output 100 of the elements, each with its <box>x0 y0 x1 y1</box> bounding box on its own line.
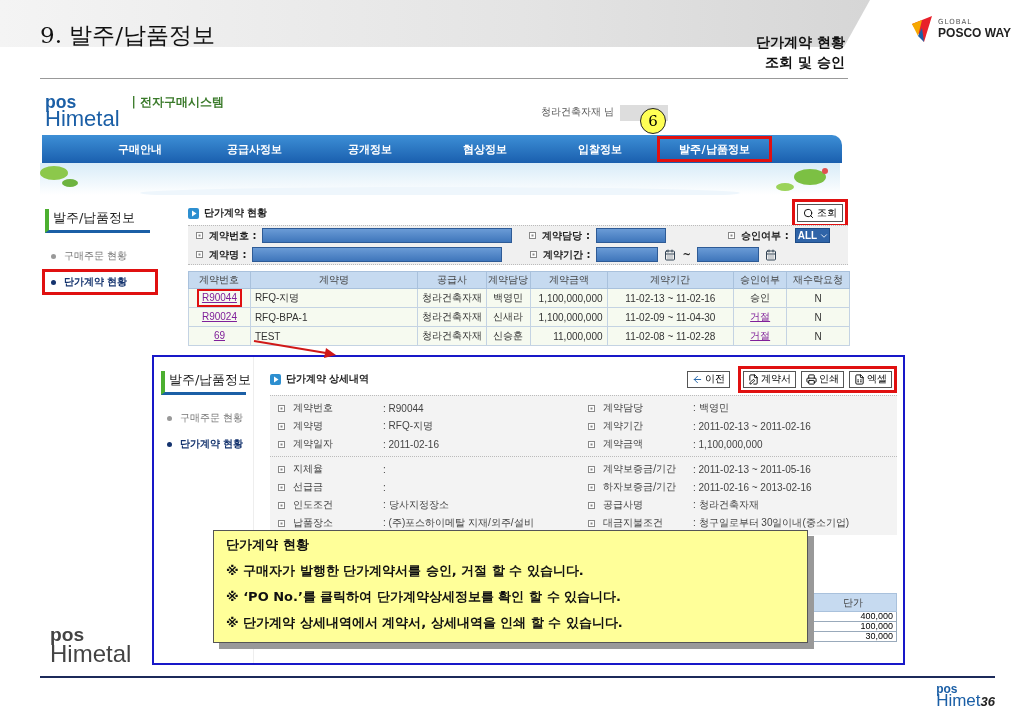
bullet-icon <box>196 232 203 239</box>
detail-label: 인도조건 <box>293 498 334 512</box>
back-button[interactable]: 이전 <box>687 370 730 388</box>
detail-value: : 2011-02-13 ~ 2011-02-16 <box>693 420 811 432</box>
detail-label: 계약번호 <box>293 401 334 415</box>
filter-label: 계약기간 : <box>543 247 591 262</box>
bullet-icon <box>588 465 595 473</box>
input-field[interactable] <box>595 228 666 243</box>
play-icon <box>270 373 281 385</box>
filter-label: 계약명 : <box>209 247 247 262</box>
detail-title: 단가계약 상세내역 <box>286 372 370 386</box>
play-icon <box>188 207 199 219</box>
filter-label: 계약번호 : <box>209 228 257 243</box>
document-button[interactable]: 인쇄 <box>801 370 844 388</box>
date-field[interactable] <box>596 247 659 262</box>
detail-label: 공급사명 <box>603 498 644 512</box>
detail-value: : 백영민 <box>693 401 729 415</box>
status-select[interactable]: ALL <box>794 228 831 243</box>
column-header: 공급사 <box>417 271 487 289</box>
panel-title: 단가계약 현황 <box>204 206 268 220</box>
detail-value: : RFQ-지명 <box>383 419 433 433</box>
calendar-icon[interactable] <box>764 248 777 261</box>
sidebar-item[interactable]: 구매주문 현황 <box>42 243 158 269</box>
detail-label: 계약보증금/기간 <box>603 462 678 476</box>
callout-text: ※ 구매자가 발행한 단가계약서를 승인, 거절 할 수 있습니다. <box>226 562 585 580</box>
detail-label: 대금지불조건 <box>603 516 664 530</box>
detail-label: 계약기간 <box>603 419 644 433</box>
nav-item[interactable]: 공급사정보 <box>197 136 312 162</box>
slide-subtitle: 조회 및 승인 <box>765 53 846 72</box>
detail-label: 계약일자 <box>293 437 334 451</box>
bullet-icon <box>278 519 285 527</box>
callout-text: ※ 단가계약 상세내역에서 계약서, 상세내역을 인쇄 할 수 있습니다. <box>226 614 624 632</box>
contract-number-link[interactable]: R90044 <box>196 289 242 307</box>
back-arrow-icon <box>692 373 703 385</box>
input-field[interactable] <box>262 228 513 243</box>
bullet-icon <box>278 465 285 473</box>
nav-item[interactable]: 협상정보 <box>427 136 542 162</box>
sidebar-item[interactable]: 단가계약 현황 <box>158 431 250 457</box>
filter-label: 승인여부 : <box>741 228 789 243</box>
sidebar-title: 발주/납품정보 <box>45 209 150 233</box>
portal-logo-bottom: Himetal <box>45 110 120 129</box>
nav-item[interactable]: 공개정보 <box>312 136 427 162</box>
column-header: 계약기간 <box>607 271 734 289</box>
bullet-icon <box>588 404 595 412</box>
callout-text: ※ ‘PO No.’를 클릭하여 단가계약상세정보를 확인 할 수 있습니다. <box>226 588 622 606</box>
bullet-icon <box>728 232 736 239</box>
detail-value: : 청라건축자재 <box>693 498 759 512</box>
nav-item[interactable]: 입찰정보 <box>542 136 657 162</box>
detail-value: : 2011-02-16 <box>383 438 439 450</box>
bullet-icon <box>278 440 285 448</box>
document-button[interactable]: 계약서 <box>743 370 796 388</box>
detail-value: : 2011-02-16 ~ 2013-02-16 <box>693 481 812 493</box>
sidebar-item[interactable]: 단가계약 현황 <box>42 269 158 295</box>
detail-label: 계약명 <box>293 419 324 433</box>
bullet-icon <box>278 422 285 430</box>
detail-value: : (주)포스하이메탈 지재/외주/설비 <box>383 516 534 530</box>
user-name: 청라건축자재 님 <box>540 105 614 119</box>
nav-item[interactable]: 발주/납품정보 <box>657 136 772 162</box>
range-separator: ~ <box>682 249 691 260</box>
bullet-dot-icon <box>167 441 172 447</box>
bullet-icon <box>278 404 285 412</box>
bullet-icon <box>588 483 595 491</box>
column-header: 계약명 <box>250 271 418 289</box>
callout-title: 단가계약 현황 <box>226 536 310 554</box>
page-logo-top: pos <box>936 684 958 695</box>
search-icon <box>803 207 814 219</box>
column-header: 계약번호 <box>188 271 251 289</box>
detail-value: : 2011-02-13 ~ 2011-05-16 <box>693 463 811 475</box>
detail-label: 계약금액 <box>603 437 644 451</box>
input-field[interactable] <box>252 247 503 262</box>
spreadsheet-icon <box>854 373 865 385</box>
date-field[interactable] <box>696 247 759 262</box>
bullet-icon <box>529 232 537 239</box>
detail-value: : <box>383 463 386 475</box>
portal-logo-top: pos <box>45 95 77 111</box>
detail-value: : 1,100,000,000 <box>693 438 763 450</box>
bullet-icon <box>588 501 595 509</box>
detail-label: 선급금 <box>293 480 324 494</box>
document-button[interactable]: 엑셀 <box>849 370 892 388</box>
column-header: 승인여부 <box>733 271 787 289</box>
detail-label: 지체율 <box>293 462 324 476</box>
search-button[interactable]: 조회 <box>797 204 843 222</box>
nav-item[interactable]: 구매안내 <box>82 136 197 162</box>
document-pen-icon <box>748 373 759 385</box>
detail-value: : R90044 <box>383 402 424 414</box>
column-header: 계약금액 <box>530 271 608 289</box>
calendar-icon[interactable] <box>664 248 677 261</box>
bullet-icon <box>196 251 203 258</box>
system-name: | 전자구매시스템 <box>131 94 225 111</box>
bullet-dot-icon <box>51 279 56 285</box>
bullet-icon <box>588 440 595 448</box>
brand-logo-icon <box>910 16 935 42</box>
bullet-icon <box>278 501 285 509</box>
detail-label: 계약담당 <box>603 401 644 415</box>
sidebar-item[interactable]: 구매주문 현황 <box>158 405 250 431</box>
page-logo-bottom: Himet <box>936 694 981 708</box>
slide-subtitle: 단가계약 현황 <box>756 33 846 52</box>
bullet-icon <box>588 422 595 430</box>
filter-label: 계약담당 : <box>542 228 590 243</box>
detail-value: : 청구일로부터 30일이내(중소기업) <box>693 516 850 530</box>
